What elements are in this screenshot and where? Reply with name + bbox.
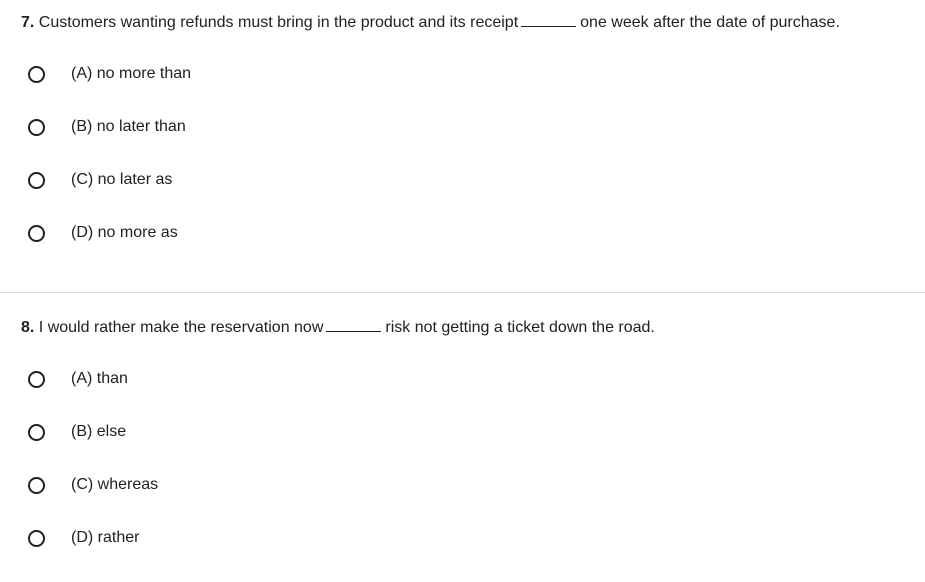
option-label: (D) no more as	[71, 224, 178, 241]
question-7-option-a[interactable]: (A) no more than	[28, 62, 428, 86]
question-8-option-c[interactable]: (C) whereas	[28, 473, 428, 497]
radio-button[interactable]	[28, 118, 45, 136]
option-label: (A) no more than	[71, 65, 192, 82]
option-label: (D) rather	[71, 529, 140, 546]
radio-button[interactable]	[28, 171, 45, 189]
answer-blank	[326, 317, 382, 332]
question-7-option-b[interactable]: (B) no later than	[28, 115, 428, 139]
option-label: (B) no later than	[71, 118, 186, 135]
question-number: 7.	[21, 14, 35, 31]
question-text-after: risk not getting a ticket down the road.	[385, 319, 655, 336]
radio-button[interactable]	[28, 65, 45, 83]
option-label: (C) no later as	[71, 171, 173, 188]
question-7-option-d[interactable]: (D) no more as	[28, 221, 428, 245]
question-8-option-d[interactable]: (D) rather	[28, 526, 428, 550]
radio-button[interactable]	[28, 529, 45, 547]
radio-button[interactable]	[28, 224, 45, 242]
question-8-text: 8. I would rather make the reservation n…	[21, 317, 655, 338]
question-7-option-c[interactable]: (C) no later as	[28, 168, 428, 192]
question-7-text: 7. Customers wanting refunds must bring …	[21, 12, 840, 33]
radio-button[interactable]	[28, 370, 45, 388]
question-text-after: one week after the date of purchase.	[580, 14, 840, 31]
question-text-before: Customers wanting refunds must bring in …	[38, 14, 519, 31]
question-number: 8.	[21, 319, 35, 336]
radio-button[interactable]	[28, 423, 45, 441]
question-7: 7. Customers wanting refunds must bring …	[0, 0, 925, 292]
question-text-before: I would rather make the reservation now	[38, 319, 324, 336]
option-label: (C) whereas	[71, 476, 159, 493]
radio-button[interactable]	[28, 476, 45, 494]
question-8: 8. I would rather make the reservation n…	[0, 293, 925, 582]
option-label: (A) than	[71, 370, 128, 387]
option-label: (B) else	[71, 423, 127, 440]
answer-blank	[521, 12, 577, 27]
question-8-option-b[interactable]: (B) else	[28, 420, 428, 444]
question-8-option-a[interactable]: (A) than	[28, 367, 428, 391]
